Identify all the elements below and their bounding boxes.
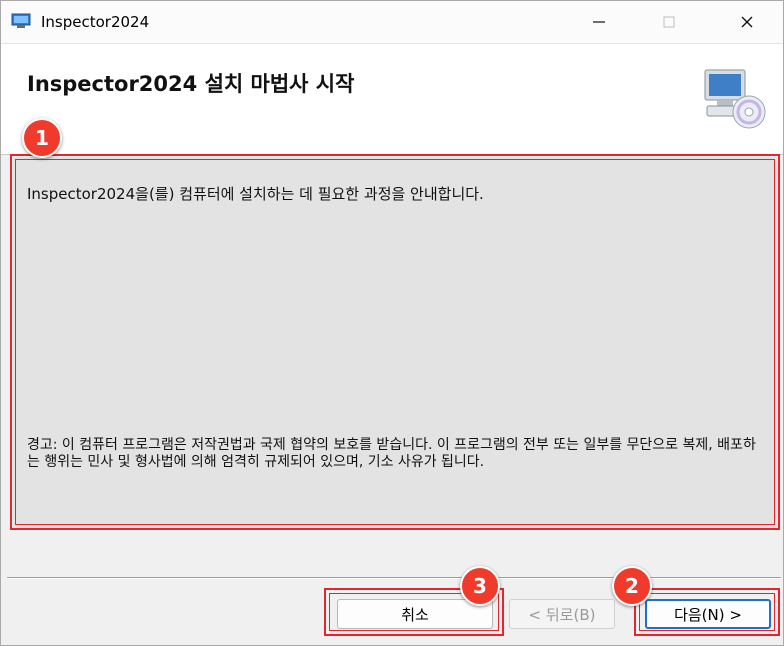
window-title: Inspector2024 (41, 13, 150, 31)
close-icon (741, 16, 753, 28)
highlight-box-next (634, 588, 780, 636)
maximize-button[interactable] (641, 1, 697, 43)
back-button[interactable]: < 뒤로(B) (509, 599, 615, 629)
installer-icon (11, 13, 31, 28)
step-badge-3: 3 (460, 566, 500, 606)
title-bar: Inspector2024 (1, 1, 783, 44)
divider (7, 577, 781, 579)
step-badge-2: 2 (612, 566, 652, 606)
step-badge-1: 1 (22, 118, 62, 158)
wizard-header: Inspector2024 설치 마법사 시작 (1, 44, 783, 155)
page-title: Inspector2024 설치 마법사 시작 (27, 72, 355, 96)
close-button[interactable] (719, 1, 775, 43)
highlight-box-content (10, 154, 780, 530)
minimize-icon (593, 21, 605, 23)
maximize-icon (663, 16, 675, 28)
computer-cd-icon (704, 69, 766, 129)
minimize-button[interactable] (571, 1, 627, 43)
